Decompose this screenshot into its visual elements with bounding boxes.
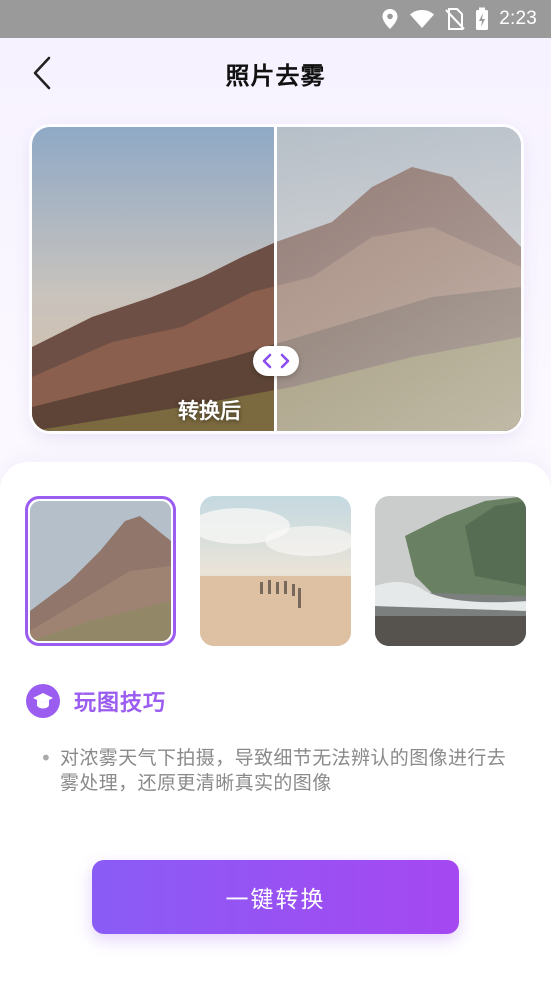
after-image <box>276 127 521 431</box>
battery-charging-icon <box>476 7 489 30</box>
page-title: 照片去雾 <box>225 61 326 90</box>
sample-thumbnails <box>25 496 527 646</box>
sample-thumb-desert[interactable] <box>200 496 351 646</box>
tips-title: 玩图技巧 <box>74 691 167 716</box>
location-icon <box>382 9 398 29</box>
wifi-icon <box>410 10 435 28</box>
convert-button[interactable]: 一键转换 <box>92 860 459 934</box>
compare-divider[interactable] <box>274 127 277 431</box>
back-button[interactable] <box>24 54 60 92</box>
before-image <box>32 127 276 431</box>
no-sim-icon <box>445 8 465 30</box>
tips-text: 对浓雾天气下拍摄，导致细节无法辨认的图像进行去雾处理，还原更清晰真实的图像 <box>60 747 507 794</box>
after-label: 转换后 <box>178 399 241 423</box>
header: 照片去雾 <box>0 38 551 108</box>
tips-header: 玩图技巧 <box>26 684 166 718</box>
graduation-cap-icon <box>26 684 60 718</box>
sample-thumb-coast[interactable] <box>375 496 526 646</box>
tips-bullet: • <box>40 746 52 770</box>
chevron-left-icon <box>33 56 51 90</box>
bottom-panel: 玩图技巧 • 对浓雾天气下拍摄，导致细节无法辨认的图像进行去雾处理，还原更清晰真… <box>0 462 551 981</box>
status-time: 2:23 <box>499 8 537 29</box>
compare-handle[interactable] <box>253 346 299 376</box>
status-bar: 2:23 <box>0 0 551 38</box>
tips-body: • 对浓雾天气下拍摄，导致细节无法辨认的图像进行去雾处理，还原更清晰真实的图像 <box>40 746 520 796</box>
left-right-arrows-icon <box>262 353 290 369</box>
compare-preview: 转换后 <box>32 127 521 431</box>
sample-thumb-mountain[interactable] <box>25 496 176 646</box>
